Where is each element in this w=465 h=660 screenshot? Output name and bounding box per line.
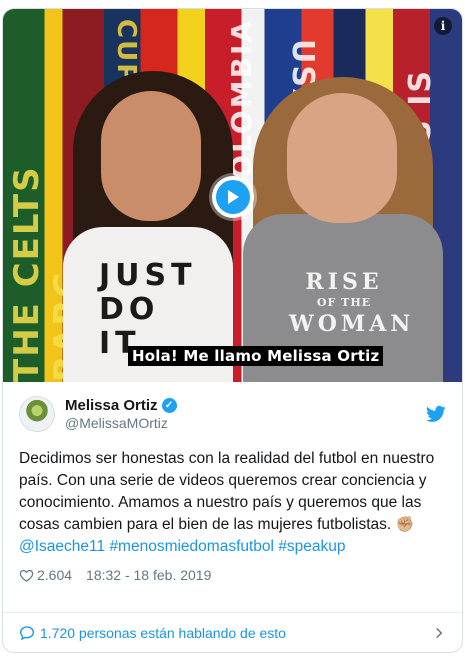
person-left-face — [101, 91, 201, 221]
twitter-bird-icon[interactable] — [426, 404, 446, 424]
tweet-text: Decidimos ser honestas con la realidad d… — [19, 448, 446, 558]
avatar[interactable] — [19, 396, 55, 432]
like-count[interactable]: 2.604 — [37, 567, 72, 583]
author-names: Melissa Ortiz ✓ @MelissaMOrtiz — [65, 397, 426, 431]
tweet-meta: 2.604 18:32 - 18 feb. 2019 — [19, 564, 446, 586]
shirt-right-text: RISE OF THE WOMAN — [289, 269, 410, 337]
embedded-tweet-card: THE CELTS BARC CUP COLOMBIA USA MLS IS J… — [2, 8, 463, 653]
display-name-text: Melissa Ortiz — [65, 397, 158, 414]
author-display-name[interactable]: Melissa Ortiz ✓ — [65, 397, 426, 414]
author-handle[interactable]: @MelissaMOrtiz — [65, 415, 426, 431]
play-icon — [216, 180, 250, 214]
hashtag-link[interactable]: #speakup — [278, 538, 345, 555]
hashtag-link[interactable]: #menosmiedomasfutbol — [109, 538, 274, 555]
shirt-right-line3: WOMAN — [289, 311, 415, 337]
speech-bubble-icon — [19, 626, 35, 641]
shirt-right-line1: RISE — [305, 269, 383, 295]
conversation-link[interactable]: 1.720 personas están hablando de esto — [3, 613, 462, 652]
tweet-body-text: Decidimos ser honestas con la realidad d… — [19, 450, 435, 533]
mention-link[interactable]: @Isaeche11 — [19, 538, 105, 555]
chevron-right-icon — [436, 627, 443, 639]
video-player[interactable]: THE CELTS BARC CUP COLOMBIA USA MLS IS J… — [3, 9, 462, 382]
fist-emoji: ✊🏼 — [395, 516, 415, 533]
conversation-count-text: 1.720 personas están hablando de esto — [40, 625, 286, 641]
shirt-right-line2: OF THE — [316, 296, 372, 309]
tweet-body: Melissa Ortiz ✓ @MelissaMOrtiz Decidimos… — [3, 382, 462, 586]
info-icon[interactable]: i — [434, 17, 452, 35]
tweet-author[interactable]: Melissa Ortiz ✓ @MelissaMOrtiz — [19, 394, 446, 434]
video-caption: Hola! Me llamo Melissa Ortiz — [128, 346, 384, 366]
play-button[interactable] — [212, 176, 254, 218]
tweet-timestamp[interactable]: 18:32 - 18 feb. 2019 — [86, 567, 211, 583]
verified-badge-icon: ✓ — [161, 398, 177, 413]
person-right-face — [287, 93, 397, 223]
heart-icon[interactable] — [19, 568, 34, 583]
